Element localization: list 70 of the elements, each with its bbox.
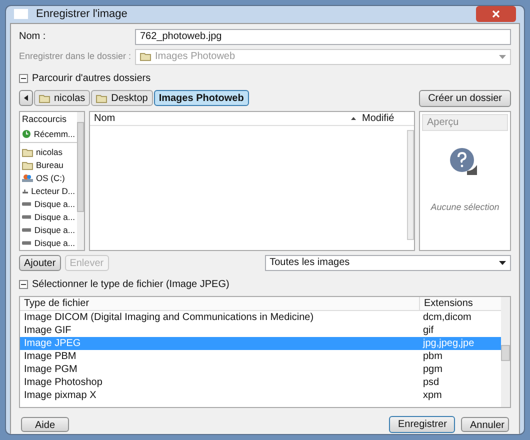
shortcut-item[interactable]: Disque a...	[20, 198, 77, 211]
shortcut-item[interactable]: nicolas	[20, 146, 77, 159]
table-cell-text: Image JPEG	[23, 336, 82, 350]
table-cell-text: pbm	[422, 350, 444, 364]
file-type-row[interactable]: Image DICOM (Digital Imaging and Communications in Medicine) dcm,dicom	[20, 310, 501, 324]
table-cell-text: psd	[422, 376, 440, 390]
scrollbar[interactable]	[407, 130, 414, 240]
column-header[interactable]: Modifié	[362, 110, 410, 126]
scrollbar[interactable]	[501, 296, 510, 406]
preview-header: Aperçu	[422, 114, 508, 130]
add-button[interactable]: Ajouter	[19, 254, 61, 270]
dropdown-arrow-icon	[499, 54, 506, 58]
folder-icon	[39, 94, 50, 102]
table-cell-text: jpg,jpeg,jpe	[422, 336, 476, 350]
create-folder-button[interactable]: Créer un dossier	[419, 90, 511, 106]
file-type-row[interactable]: Image GIF gif	[20, 324, 501, 336]
file-type-row[interactable]: Image pixmap X xpm	[20, 388, 501, 402]
drive-icon	[22, 186, 28, 196]
sort-arrow-icon	[351, 116, 356, 120]
expander-label[interactable]: Sélectionner le type de fichier (Image JPEG)	[32, 276, 230, 292]
expander-label[interactable]: Parcourir d'autres dossiers	[32, 70, 151, 86]
file-type-row[interactable]: Image PGM pgm	[20, 362, 501, 376]
collapse-icon[interactable]	[19, 74, 28, 82]
window-title: Enregistrer l'image	[36, 7, 128, 22]
table-cell-text: Image DICOM (Digital Imaging and Communications in Medicine)	[23, 310, 315, 324]
name-label: Nom :	[19, 30, 47, 44]
shortcut-item[interactable]: Disque a...	[20, 224, 77, 237]
dropdown-arrow-icon	[499, 260, 506, 264]
folder-icon	[140, 52, 151, 61]
no-selection-text: Aucune sélection	[430, 200, 500, 214]
save-button[interactable]: Enregistrer	[389, 416, 455, 432]
cancel-button[interactable]: Annuler	[461, 416, 509, 432]
shortcut-item[interactable]: OS (C:)	[20, 172, 77, 185]
close-icon	[492, 10, 500, 18]
table-cell-text: Image PGM	[23, 362, 78, 376]
window-icon	[14, 9, 28, 20]
clock-icon	[22, 129, 31, 140]
column-header[interactable]: Nom	[94, 110, 351, 126]
shortcuts-header: Raccourcis	[21, 112, 68, 126]
path-button[interactable]: Images Photoweb	[154, 90, 249, 106]
file-type-row[interactable]: Image PBM pbm	[20, 350, 501, 362]
shortcut-item[interactable]: Bureau	[20, 158, 77, 172]
shortcut-item[interactable]: Lecteur D...	[20, 184, 77, 198]
back-button[interactable]	[19, 90, 33, 106]
drive-icon	[22, 174, 33, 183]
shortcut-item[interactable]: Disque a...	[20, 236, 77, 250]
file-type-row[interactable]: Image Photoshop psd	[20, 376, 501, 388]
name-field[interactable]: 762_photoweb.jpg	[135, 28, 511, 44]
shortcut-item[interactable]: Disque a...	[20, 210, 77, 224]
filter-dropdown[interactable]: Toutes les images	[264, 254, 511, 270]
table-cell-text: Image Photoshop	[23, 376, 104, 390]
table-cell-text: dcm,dicom	[422, 310, 472, 324]
table-cell-text: Image pixmap X	[23, 388, 98, 402]
table-cell-text: gif	[422, 324, 435, 338]
close-button[interactable]	[476, 6, 516, 22]
scrollbar[interactable]	[77, 112, 84, 250]
collapse-icon[interactable]	[19, 280, 28, 288]
table-cell-text: Image GIF	[23, 324, 72, 338]
table-cell-text: pgm	[422, 362, 444, 376]
folder-icon	[22, 160, 33, 170]
folder-icon	[22, 148, 33, 157]
table-cell-text: Image PBM	[23, 350, 78, 364]
table-cell-text: xpm	[422, 388, 443, 402]
path-button[interactable]: nicolas	[34, 90, 90, 106]
folder-label: Enregistrer dans le dossier :	[19, 50, 132, 63]
left-arrow-icon	[24, 95, 28, 101]
path-button[interactable]: Desktop	[91, 90, 153, 106]
help-button[interactable]: Aide	[21, 416, 69, 432]
column-header[interactable]: Type de fichier	[20, 296, 419, 310]
folder-icon	[96, 94, 108, 102]
